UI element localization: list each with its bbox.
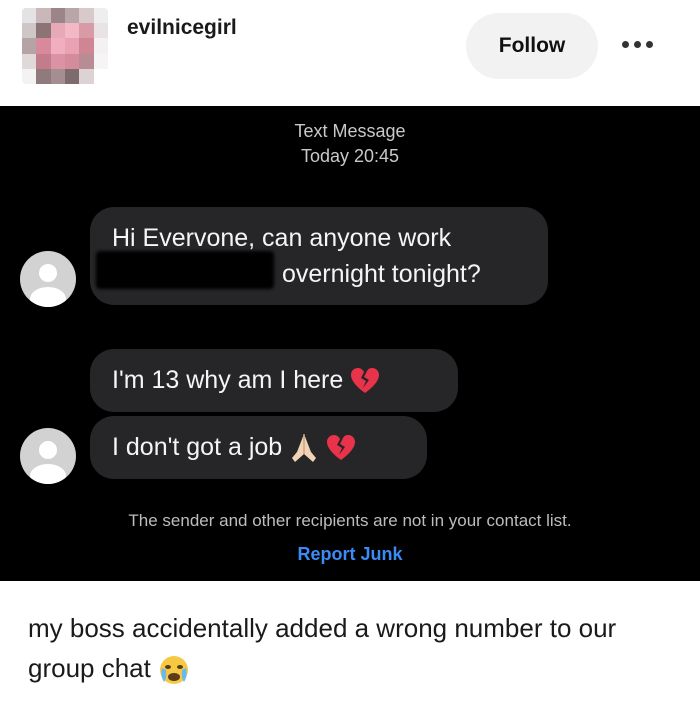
redacted-sender-name	[96, 251, 274, 289]
caption-text: my boss accidentally added a wrong numbe…	[28, 613, 617, 683]
broken-heart-icon	[351, 368, 380, 394]
contact-avatar-icon	[20, 251, 76, 307]
more-dots-icon[interactable]	[622, 36, 662, 52]
message-bubble: I'm 13 why am I here	[90, 349, 458, 412]
message-text: overnight tonight?	[282, 260, 481, 288]
message-bubble: Hi Evervone, can anyone work overnight t…	[90, 207, 548, 305]
thread-label: Text Message	[294, 121, 406, 141]
report-junk-link[interactable]: Report Junk	[0, 544, 700, 565]
message-text: I'm 13 why am I here	[112, 366, 344, 394]
thread-time: Today 20:45	[300, 146, 400, 166]
unknown-sender-notice: The sender and other recipients are not …	[128, 511, 572, 530]
message-bubble: I don't got a job	[90, 416, 427, 479]
broken-heart-icon	[327, 435, 356, 461]
message-text: I don't got a job	[112, 433, 283, 461]
post-header: evilnicegirl Follow	[0, 0, 700, 106]
contact-avatar-icon	[20, 428, 76, 484]
crying-face-icon	[160, 656, 189, 685]
avatar[interactable]	[22, 8, 108, 84]
message-thread-image: Text Message Today 20:45 Hi Evervone, ca…	[0, 106, 700, 581]
follow-button[interactable]: Follow	[466, 13, 598, 79]
username[interactable]: evilnicegirl	[127, 16, 237, 40]
folded-hands-icon	[292, 434, 317, 463]
post-caption: my boss accidentally added a wrong numbe…	[28, 608, 668, 688]
